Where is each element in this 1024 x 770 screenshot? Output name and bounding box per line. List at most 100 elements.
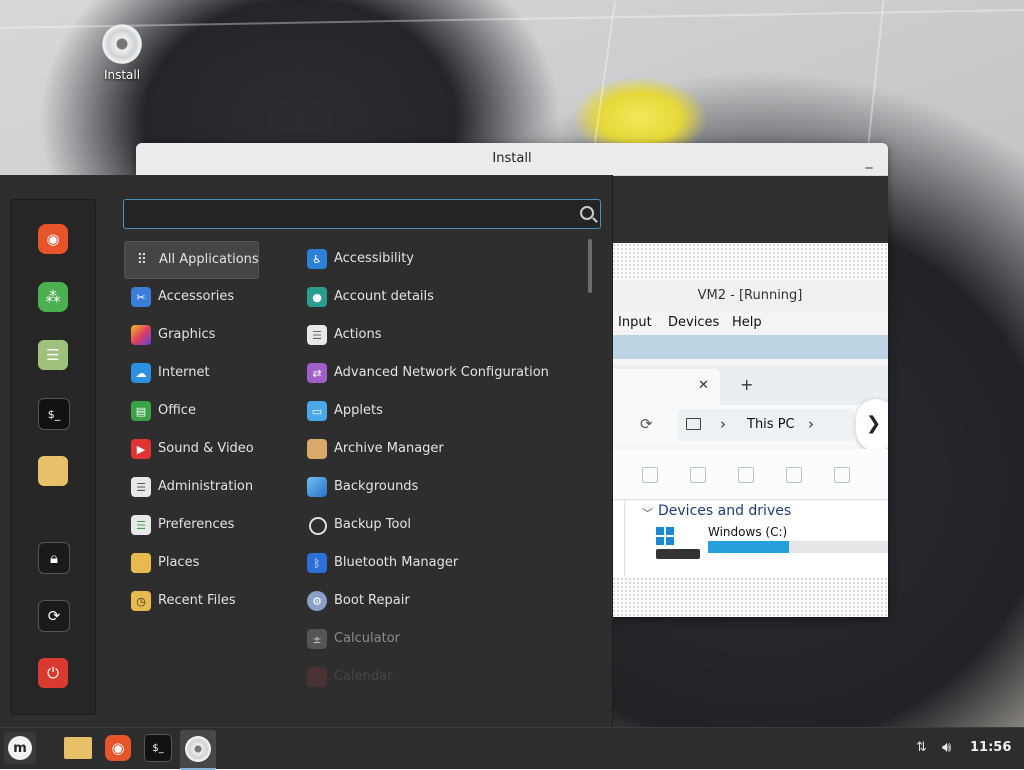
taskbar-files-launcher[interactable] xyxy=(62,732,94,764)
app-advanced-network-configuration[interactable]: ⇄ Advanced Network Configuration xyxy=(300,355,585,391)
computer-icon xyxy=(686,418,701,430)
chevron-down-icon[interactable]: ﹀ xyxy=(642,505,653,521)
firefox-icon[interactable]: ◉ xyxy=(38,224,68,254)
volume-icon[interactable]: 🔊︎ xyxy=(942,738,951,756)
refresh-icon[interactable]: ⟳ xyxy=(640,415,653,433)
recent-folder-icon: ◷ xyxy=(131,591,151,611)
app-label: Calendar xyxy=(334,669,393,684)
vm-menu-help[interactable]: Help xyxy=(732,315,762,330)
category-all-applications[interactable]: ⠿ All Applications xyxy=(124,241,259,279)
taskbar-install-window[interactable] xyxy=(180,730,216,770)
folder-icon[interactable] xyxy=(38,456,68,486)
folder-icon xyxy=(131,553,151,573)
app-calendar[interactable]: Calendar xyxy=(300,659,585,695)
delete-icon[interactable] xyxy=(834,467,850,483)
close-tab-icon[interactable]: ✕ xyxy=(698,378,709,393)
app-archive-manager[interactable]: Archive Manager xyxy=(300,431,585,467)
app-boot-repair[interactable]: ⚙ Boot Repair xyxy=(300,583,585,619)
app-accessibility[interactable]: ♿ Accessibility xyxy=(300,241,585,277)
category-places[interactable]: Places xyxy=(124,545,257,581)
cloud-icon: ☁ xyxy=(131,363,151,383)
app-label: Advanced Network Configuration xyxy=(334,365,549,380)
category-label: Accessories xyxy=(158,289,235,304)
rename-icon[interactable] xyxy=(738,467,754,483)
search-box[interactable] xyxy=(123,199,601,229)
app-bluetooth-manager[interactable]: ᛒ Bluetooth Manager xyxy=(300,545,585,581)
desktop-icon-label: Install xyxy=(103,68,141,82)
terminal-icon: $_ xyxy=(144,734,172,762)
app-calculator[interactable]: ± Calculator xyxy=(300,621,585,657)
account-icon: ● xyxy=(307,287,327,307)
app-applets[interactable]: ▭ Applets xyxy=(300,393,585,429)
category-accessories[interactable]: ✂ Accessories xyxy=(124,279,257,315)
app-list-scrollbar[interactable] xyxy=(588,239,592,293)
wallpaper-tile-line xyxy=(0,9,1024,29)
windows-logo-icon xyxy=(656,527,674,545)
app-backgrounds[interactable]: Backgrounds xyxy=(300,469,585,505)
app-account-details[interactable]: ● Account details xyxy=(300,279,585,315)
applets-icon: ▭ xyxy=(307,401,327,421)
network-status-icon[interactable]: ⇅ xyxy=(916,740,927,755)
category-administration[interactable]: ☰ Administration xyxy=(124,469,257,505)
menu-button[interactable]: m xyxy=(4,732,36,764)
backgrounds-icon xyxy=(307,477,327,497)
actions-icon: ☰ xyxy=(307,325,327,345)
taskbar-terminal-launcher[interactable]: $_ xyxy=(142,732,174,764)
explorer-tabbar: ✕ + xyxy=(612,365,888,405)
mint-install-icon[interactable]: ⁂ xyxy=(38,282,68,312)
vm-menu-input[interactable]: Input xyxy=(618,315,652,330)
breadcrumb-separator: › xyxy=(720,415,726,433)
address-field[interactable]: › This PC › xyxy=(678,409,854,441)
category-label: Administration xyxy=(158,479,254,494)
boot-repair-icon: ⚙ xyxy=(307,591,327,611)
category-internet[interactable]: ☁ Internet xyxy=(124,355,257,391)
vm-taskstrip xyxy=(612,335,888,359)
window-title: Install xyxy=(492,151,532,166)
category-recent-files[interactable]: ◷ Recent Files xyxy=(124,583,257,619)
breadcrumb-this-pc[interactable]: This PC xyxy=(747,417,795,432)
drive-icon xyxy=(656,549,700,559)
mint-logo-icon: m xyxy=(8,736,32,760)
drive-usage-bar xyxy=(708,541,888,553)
new-tab-icon[interactable]: + xyxy=(740,375,753,394)
category-label: Preferences xyxy=(158,517,235,532)
app-actions[interactable]: ☰ Actions xyxy=(300,317,585,353)
favorites-sidebar: ◉ ⁂ ☰ $_ 🔒︎ ⟳ ⏻ xyxy=(10,199,96,715)
category-sound-video[interactable]: ▶ Sound & Video xyxy=(124,431,257,467)
desktop-install-shortcut[interactable]: Install xyxy=(100,24,144,82)
category-office[interactable]: ▤ Office xyxy=(124,393,257,429)
app-label: Boot Repair xyxy=(334,593,410,608)
section-title: Devices and drives xyxy=(658,503,792,519)
drive-label[interactable]: Windows (C:) xyxy=(708,525,787,539)
vm-window[interactable]: VM2 - [Running] Input Devices Help ✕ + ⟳… xyxy=(612,243,888,617)
settings-toggle-icon[interactable]: ☰ xyxy=(38,340,68,370)
lock-icon[interactable]: 🔒︎ xyxy=(38,542,70,574)
calendar-icon xyxy=(307,667,327,687)
breadcrumb-separator: › xyxy=(808,415,814,433)
copy-icon[interactable] xyxy=(642,467,658,483)
folder-icon xyxy=(64,737,92,759)
explorer-tab[interactable]: ✕ xyxy=(612,369,720,405)
category-preferences[interactable]: ☰ Preferences xyxy=(124,507,257,543)
next-arrow-button[interactable]: ❯ xyxy=(856,399,888,451)
category-graphics[interactable]: Graphics xyxy=(124,317,257,353)
search-icon xyxy=(580,206,594,220)
app-label: Calculator xyxy=(334,631,401,646)
terminal-icon[interactable]: $_ xyxy=(38,398,70,430)
taskbar-firefox-launcher[interactable]: ◉ xyxy=(102,732,134,764)
app-backup-tool[interactable]: Backup Tool xyxy=(300,507,585,543)
minimize-icon[interactable]: _ xyxy=(860,145,878,169)
share-icon[interactable] xyxy=(786,467,802,483)
accessibility-icon: ♿ xyxy=(307,249,327,269)
vm-menu-devices[interactable]: Devices xyxy=(668,315,719,330)
backup-icon xyxy=(309,517,327,535)
drive-usage-fill xyxy=(708,541,789,553)
power-icon[interactable]: ⏻ xyxy=(38,658,68,688)
install-window-titlebar[interactable]: Install _ xyxy=(136,143,888,176)
explorer-content: ﹀ Devices and drives Windows (C:) xyxy=(612,501,888,577)
explorer-toolbar xyxy=(612,449,888,500)
logout-icon[interactable]: ⟳ xyxy=(38,600,70,632)
paste-icon[interactable] xyxy=(690,467,706,483)
search-input[interactable] xyxy=(130,203,574,225)
clock[interactable]: 11:56 xyxy=(970,740,1011,755)
